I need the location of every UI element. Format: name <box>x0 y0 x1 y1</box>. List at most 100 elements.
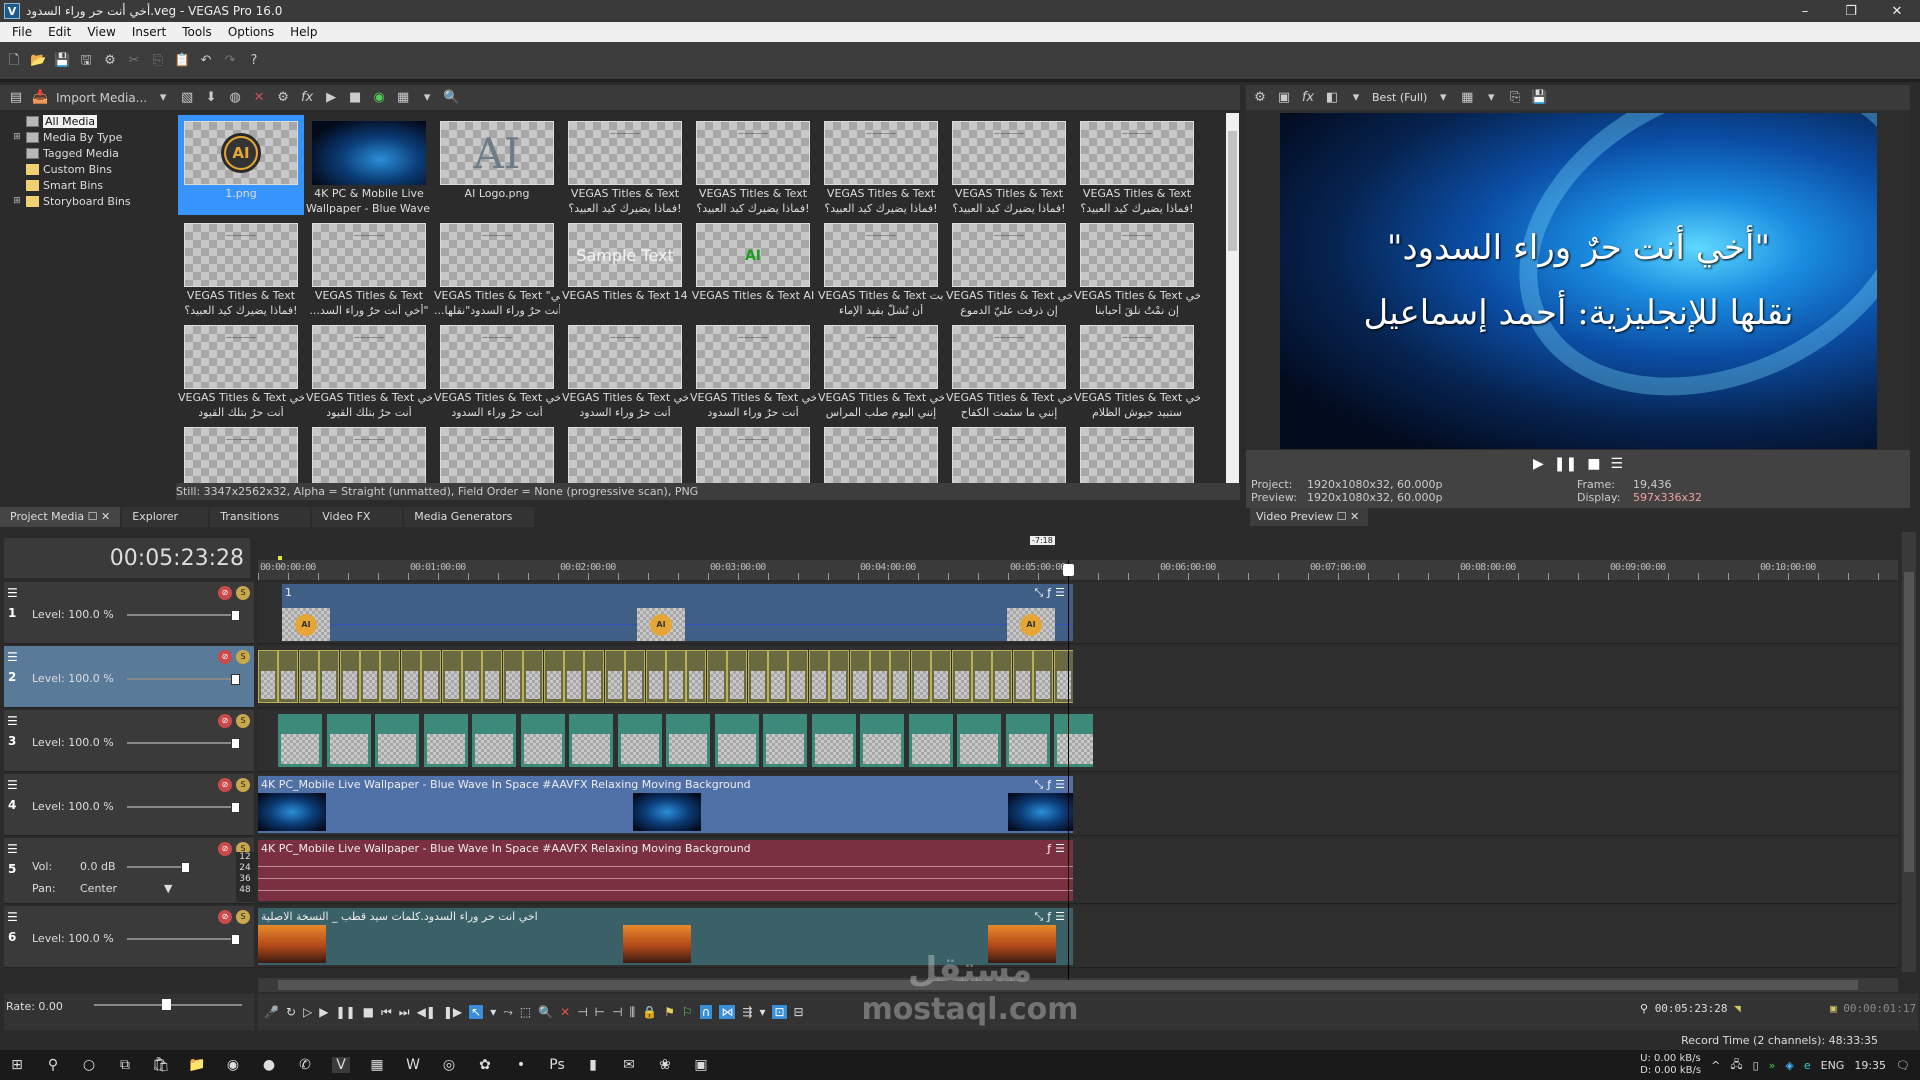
play-icon[interactable]: ▶ <box>323 90 339 106</box>
close-button[interactable]: ✕ <box>1874 4 1920 19</box>
media-item[interactable]: ————— VEGAS Titles & Text فماذا يضيرك كيد … <box>690 115 816 215</box>
track-event[interactable] <box>278 712 1093 769</box>
title-event[interactable] <box>1012 650 1033 703</box>
title-event[interactable] <box>617 714 662 767</box>
store-icon[interactable]: 🛍 <box>152 1057 170 1073</box>
media-item[interactable]: ————— VEGAS Titles & Text أخي أنت حرٌ بتلك… <box>178 319 304 419</box>
network-icon[interactable]: 🖧 <box>1730 1056 1742 1075</box>
normal-edit-tool-icon[interactable]: ↖ <box>469 1005 484 1019</box>
track-menu-icon[interactable]: ☰ <box>7 714 23 728</box>
media-item[interactable]: ————— VEGAS Titles & Text أبت أن تُشلّ بقي… <box>818 217 944 317</box>
firefox-icon[interactable]: ● <box>260 1057 278 1073</box>
media-item[interactable]: ————— VEGAS Titles & Text أخي أنت حرٌ وراء… <box>562 319 688 419</box>
media-properties-icon[interactable]: ⚙ <box>275 90 291 106</box>
media-item[interactable]: ————— VEGAS Titles & Text أخي إنني ما سئمت… <box>946 319 1072 419</box>
media-item[interactable]: AI VEGAS Titles & Text AI <box>690 217 816 317</box>
media-item[interactable]: ————— VEGAS Titles & Text أخي إن ذرفت عليّ… <box>946 217 1072 317</box>
split-screen-icon[interactable]: ◧ <box>1324 90 1340 106</box>
chevron-down-icon[interactable]: ▾ <box>1348 90 1364 106</box>
close-tab-icon[interactable]: ✕ <box>1350 510 1359 523</box>
track-lane-3[interactable] <box>258 710 1898 772</box>
media-item[interactable]: ————— VEGAS Titles & Text فماذا يضيرك كيد … <box>818 115 944 215</box>
title-event[interactable] <box>951 650 972 703</box>
excel-icon[interactable]: ▦ <box>368 1057 386 1073</box>
media-item[interactable]: ————— VEGAS Titles & Text فماذا يضيرك كيد … <box>1074 115 1200 215</box>
import-media-icon[interactable]: 📥 <box>32 90 48 106</box>
app-icon[interactable]: ✿ <box>476 1057 494 1073</box>
app-tray-icon[interactable]: ◈ <box>1785 1059 1793 1072</box>
tab-explorer[interactable]: Explorer <box>122 507 209 527</box>
tab-video-fx[interactable]: Video FX <box>312 507 403 527</box>
copy-snapshot-icon[interactable]: ⎘ <box>1507 90 1523 106</box>
battery-icon[interactable]: ▯ <box>1753 1059 1759 1072</box>
paste-icon[interactable]: 📋 <box>174 53 190 69</box>
title-event[interactable] <box>360 650 380 703</box>
scrollbar-thumb[interactable] <box>1904 572 1914 872</box>
title-event[interactable] <box>645 650 666 703</box>
tree-item[interactable]: Custom Bins <box>12 161 175 177</box>
track-lane-4[interactable]: 4K PC_Mobile Live Wallpaper - Blue Wave … <box>258 774 1898 836</box>
media-item[interactable]: ————— VEGAS Titles & Text أخي إنني اليوم ص… <box>818 319 944 419</box>
level-knob[interactable] <box>231 802 240 813</box>
event-icons[interactable]: ⤡ƒ☰ <box>1034 910 1069 924</box>
app-tray-icon[interactable]: » <box>1769 1059 1776 1072</box>
lock-envelopes-icon[interactable]: ⊡ <box>772 1005 787 1019</box>
title-event[interactable] <box>860 714 904 767</box>
preview-quality-select[interactable]: Best (Full) <box>1372 91 1427 104</box>
title-event[interactable] <box>462 650 482 703</box>
insert-marker-icon[interactable]: ⚑ <box>664 1005 675 1019</box>
views-dropdown-icon[interactable]: ▾ <box>419 90 435 106</box>
mute-icon[interactable]: ⊘ <box>218 650 232 664</box>
tree-item[interactable]: Smart Bins <box>12 177 175 193</box>
title-event[interactable] <box>992 650 1013 703</box>
title-event[interactable] <box>502 650 523 703</box>
mute-icon[interactable]: ⊘ <box>218 778 232 792</box>
capture-video-icon[interactable]: ▧ <box>179 90 195 106</box>
title-event[interactable] <box>423 714 468 767</box>
menu-help[interactable]: Help <box>282 25 325 39</box>
track-header-5[interactable]: ☰ 5 ⊘ S Vol: 0.0 dB Pan: Center ▼ 12 24 36 48 <box>4 838 254 904</box>
save-as-icon[interactable]: 🖫 <box>78 53 94 69</box>
title-event[interactable] <box>326 714 371 767</box>
track-event[interactable]: 4K PC_Mobile Live Wallpaper - Blue Wave … <box>258 840 1073 901</box>
title-event[interactable] <box>727 650 748 703</box>
title-event[interactable] <box>258 650 278 703</box>
trim-start-icon[interactable]: ⊢ <box>595 1005 605 1019</box>
track-event[interactable] <box>258 648 1073 705</box>
trim-end-icon[interactable]: ⊣ <box>612 1005 622 1019</box>
cut-icon[interactable]: ✂ <box>126 53 142 69</box>
media-view-icon[interactable]: ▤ <box>8 90 24 106</box>
event-icons[interactable]: ⤡ƒ☰ <box>1034 586 1069 600</box>
app-icon[interactable]: ▣ <box>692 1057 710 1073</box>
restore-button[interactable]: ❐ <box>1828 4 1874 19</box>
media-item[interactable]: ————— VEGAS Titles & Text فماذا يضيرك كيد … <box>946 115 1072 215</box>
playhead-handle[interactable] <box>1063 564 1074 576</box>
title-event[interactable] <box>686 650 707 703</box>
title-event[interactable] <box>520 714 565 767</box>
snapping-icon[interactable]: ∩ <box>699 1005 713 1019</box>
media-item[interactable]: 4K PC & Mobile Live Wallpaper - Blue Wave… <box>306 115 432 215</box>
track-menu-icon[interactable]: ☰ <box>7 586 23 600</box>
tab-project-media[interactable]: Project Media ☐ ✕ <box>0 507 121 527</box>
track-header-1[interactable]: ☰ 1 ⊘ S Level: 100.0 % <box>4 582 254 644</box>
track-menu-icon[interactable]: ☰ <box>7 842 23 856</box>
title-event[interactable] <box>1053 650 1073 703</box>
expand-icon[interactable]: ⊞ <box>12 196 22 206</box>
fx-icon[interactable]: fx <box>299 90 315 106</box>
track-lane-6[interactable]: اخي انت حر وراء السدود.كلمات سيد قطب _ ا… <box>258 906 1898 968</box>
title-event[interactable] <box>523 650 544 703</box>
record-icon[interactable]: 🎤 <box>264 1005 279 1019</box>
title-event[interactable] <box>400 650 421 703</box>
title-event[interactable] <box>584 650 605 703</box>
chrome-icon[interactable]: ◉ <box>224 1057 242 1073</box>
event-icons[interactable]: ƒ☰ <box>1047 842 1069 855</box>
tree-item[interactable]: All Media <box>12 113 175 129</box>
mute-icon[interactable]: ⊘ <box>218 910 232 924</box>
app-icon[interactable]: ❀ <box>656 1057 674 1073</box>
minimize-button[interactable]: – <box>1782 4 1828 19</box>
chevron-down-icon[interactable]: ▾ <box>155 90 171 106</box>
menu-file[interactable]: File <box>4 25 40 39</box>
title-event[interactable] <box>472 714 516 767</box>
save-snapshot-icon[interactable]: 💾 <box>1531 90 1547 106</box>
media-item[interactable]: ————— VEGAS Titles & Text فماذا يضيرك كيد … <box>178 217 304 317</box>
